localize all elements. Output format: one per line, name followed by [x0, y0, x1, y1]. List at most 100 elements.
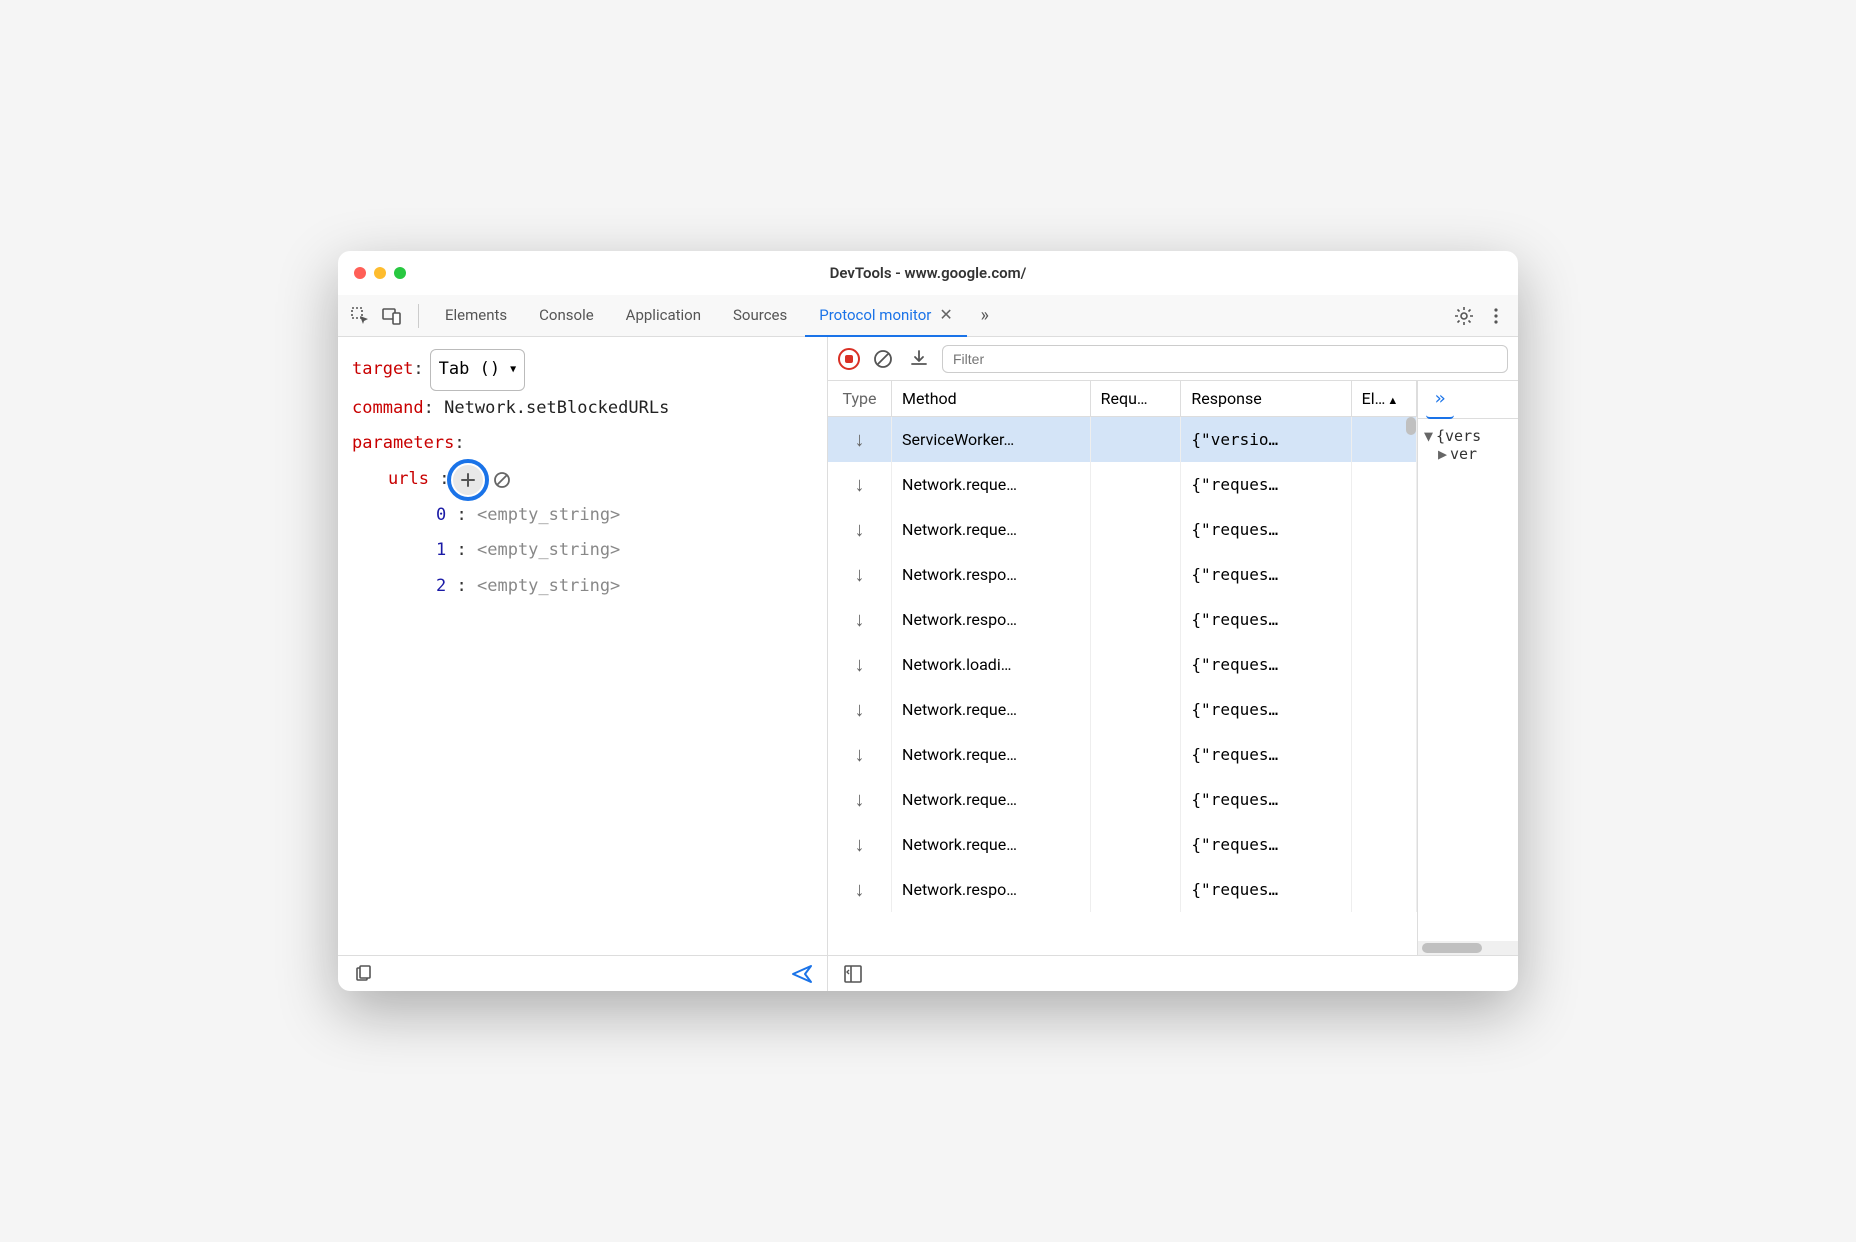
url-value: <empty_string> [477, 569, 620, 605]
log-bottom-toolbar [828, 955, 1518, 991]
add-url-button[interactable] [453, 465, 483, 495]
table-row[interactable]: ↓Network.reque…{"reques… [828, 462, 1417, 507]
clear-log-button[interactable] [870, 346, 896, 372]
elapsed-cell [1351, 732, 1416, 777]
clear-urls-button[interactable] [487, 465, 517, 495]
request-cell [1090, 732, 1181, 777]
target-value: Tab () [439, 352, 500, 388]
col-response[interactable]: Response [1181, 381, 1351, 417]
command-value[interactable]: Network.setBlockedURLs [444, 391, 669, 427]
method-cell: Network.respo… [892, 597, 1091, 642]
method-cell: Network.respo… [892, 552, 1091, 597]
url-row-1[interactable]: 1 : <empty_string> [436, 533, 813, 569]
more-tabs-icon[interactable]: » [971, 302, 999, 330]
table-row[interactable]: ↓ Network.respo… {"reques… [828, 597, 1417, 642]
sidebar-h-scrollbar[interactable] [1418, 941, 1518, 955]
table-row[interactable]: ↓ServiceWorker…{"versio… [828, 417, 1417, 463]
tab-label: Application [626, 306, 701, 324]
table-row[interactable]: ↓Network.reque…{"reques… [828, 822, 1417, 867]
url-value: <empty_string> [477, 498, 620, 534]
table-row[interactable]: ↓Network.loadi…{"reques… [828, 642, 1417, 687]
arrow-down-icon: ↓ [855, 742, 865, 766]
col-method[interactable]: Method [892, 381, 1091, 417]
table-v-scrollbar[interactable] [1406, 417, 1416, 435]
inspect-element-icon[interactable] [346, 302, 374, 330]
arrow-down-icon: ↓ [855, 517, 865, 541]
toggle-editor-button[interactable] [840, 961, 866, 987]
table-row[interactable]: ↓ Network.reque… {"reques… [828, 507, 1417, 552]
command-editor-panel: target: Tab () ▼ command: Network.setBlo… [338, 337, 828, 991]
response-cell: {"reques… [1181, 507, 1351, 552]
elapsed-cell [1351, 777, 1416, 822]
tab-application[interactable]: Application [612, 295, 715, 337]
maximize-window-button[interactable] [394, 267, 406, 279]
protocol-table: Type Method Requ… Response El…▲ ↓Service… [828, 381, 1417, 912]
table-row[interactable]: ↓Network.reque…{"reques… [828, 777, 1417, 822]
devtools-window: DevTools - www.google.com/ Elements Cons… [338, 251, 1518, 991]
tree-child[interactable]: ▶ver [1424, 445, 1512, 463]
elapsed-cell [1351, 822, 1416, 867]
divider [418, 304, 419, 328]
tab-elements[interactable]: Elements [431, 295, 521, 337]
table-row[interactable]: ↓Network.reque…{"reques… [828, 687, 1417, 732]
arrow-down-icon: ↓ [855, 652, 865, 676]
save-log-button[interactable] [906, 346, 932, 372]
col-request[interactable]: Requ… [1090, 381, 1181, 417]
arrow-down-icon: ↓ [855, 607, 865, 631]
copy-command-button[interactable] [350, 961, 376, 987]
filter-input[interactable] [942, 345, 1508, 373]
elapsed-cell [1351, 867, 1416, 912]
target-key: target [352, 352, 413, 388]
table-row[interactable]: ↓Network.respo…{"reques… [828, 552, 1417, 597]
tab-label: Console [539, 306, 594, 324]
elapsed-cell [1351, 552, 1416, 597]
parameters-key: parameters [352, 426, 454, 462]
target-select[interactable]: Tab () ▼ [430, 349, 525, 391]
elapsed-cell [1351, 597, 1416, 642]
command-key: command [352, 391, 424, 427]
tab-label: Elements [445, 306, 507, 324]
method-cell: Network.reque… [892, 507, 1091, 552]
method-cell: Network.reque… [892, 732, 1091, 777]
close-window-button[interactable] [354, 267, 366, 279]
arrow-down-icon: ↓ [855, 877, 865, 901]
tab-sources[interactable]: Sources [719, 295, 801, 337]
method-cell: Network.respo… [892, 867, 1091, 912]
more-panels-icon[interactable]: » [1426, 381, 1454, 419]
url-row-2[interactable]: 2 : <empty_string> [436, 569, 813, 605]
col-elapsed[interactable]: El…▲ [1351, 381, 1416, 417]
traffic-lights [354, 267, 406, 279]
request-cell [1090, 687, 1181, 732]
tab-protocol-monitor[interactable]: Protocol monitor ✕ [805, 295, 967, 337]
tab-console[interactable]: Console [525, 295, 608, 337]
col-type[interactable]: Type [828, 381, 892, 417]
close-tab-icon[interactable]: ✕ [939, 305, 952, 324]
url-row-0[interactable]: 0 : <empty_string> [436, 498, 813, 534]
clear-icon [493, 471, 511, 489]
table-row[interactable]: ↓Network.respo…{"reques… [828, 867, 1417, 912]
response-cell: {"reques… [1181, 597, 1351, 642]
elapsed-cell [1351, 642, 1416, 687]
response-cell: {"reques… [1181, 552, 1351, 597]
tree-root[interactable]: ▼{vers [1424, 427, 1512, 445]
request-cell [1090, 552, 1181, 597]
response-cell: {"reques… [1181, 642, 1351, 687]
method-cell: Network.reque… [892, 462, 1091, 507]
elapsed-cell [1351, 687, 1416, 732]
elapsed-cell [1351, 507, 1416, 552]
kebab-menu-icon[interactable] [1482, 302, 1510, 330]
response-cell: {"versio… [1181, 417, 1351, 463]
request-cell [1090, 417, 1181, 463]
device-toolbar-icon[interactable] [378, 302, 406, 330]
request-cell [1090, 597, 1181, 642]
protocol-log-panel: Type Method Requ… Response El…▲ ↓Service… [828, 337, 1518, 991]
arrow-down-icon: ↓ [855, 787, 865, 811]
detail-sidebar: » ▼{vers ▶ver [1418, 381, 1518, 955]
settings-icon[interactable] [1450, 302, 1478, 330]
window-title: DevTools - www.google.com/ [338, 264, 1518, 282]
record-button[interactable] [838, 348, 860, 370]
minimize-window-button[interactable] [374, 267, 386, 279]
plus-icon [460, 472, 476, 488]
send-command-button[interactable] [789, 961, 815, 987]
table-row[interactable]: ↓Network.reque…{"reques… [828, 732, 1417, 777]
